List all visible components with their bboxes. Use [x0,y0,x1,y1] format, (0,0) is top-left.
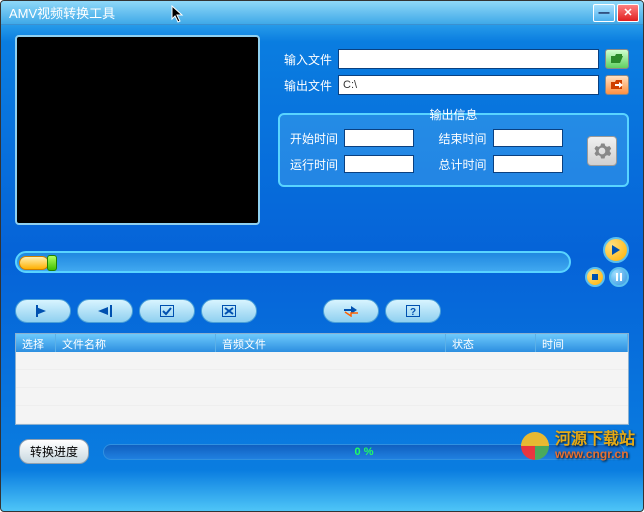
close-button[interactable]: ✕ [617,4,639,22]
seek-handle[interactable] [47,255,57,271]
end-time-field[interactable] [493,129,563,147]
svg-text:?: ? [410,307,416,317]
help-icon: ? [406,305,420,317]
folder-arrow-icon [610,79,624,91]
table-body[interactable] [16,352,628,425]
mark-start-button[interactable] [15,299,71,323]
mark-end-icon [97,305,113,317]
col-filename[interactable]: 文件名称 [56,334,216,352]
settings-button[interactable] [587,136,617,166]
check-button[interactable] [139,299,195,323]
x-box-icon [222,305,236,317]
start-time-field[interactable] [344,129,414,147]
video-preview [15,35,260,225]
convert-button[interactable] [323,299,379,323]
watermark: 河源下载站 www.cngr.cn [521,432,635,460]
total-time-label: 总计时间 [439,156,487,173]
table-header: 选择 文件名称 音频文件 状态 时间 [16,334,628,352]
seek-fill [19,256,49,270]
output-file-field[interactable] [338,75,599,95]
output-file-label: 输出文件 [278,77,332,94]
stop-button[interactable] [585,267,605,287]
app-window: AMV视频转换工具 — ✕ 输入文件 输出文件 [0,0,644,512]
seek-slider[interactable] [15,251,571,273]
convert-icon [343,305,359,317]
run-time-field[interactable] [344,155,414,173]
play-icon [611,245,621,255]
file-table: 选择 文件名称 音频文件 状态 时间 [15,333,629,425]
col-status[interactable]: 状态 [446,334,536,352]
end-time-label: 结束时间 [439,130,487,147]
window-title: AMV视频转换工具 [9,3,115,22]
watermark-text2: www.cngr.cn [555,448,635,460]
folder-open-icon [610,53,624,65]
total-time-field[interactable] [493,155,563,173]
col-time[interactable]: 时间 [536,334,628,352]
uncheck-button[interactable] [201,299,257,323]
run-time-label: 运行时间 [290,156,338,173]
col-select[interactable]: 选择 [16,334,56,352]
cursor-icon [171,5,187,25]
convert-progress-label: 转换进度 [19,439,89,464]
mark-end-button[interactable] [77,299,133,323]
start-time-label: 开始时间 [290,130,338,147]
help-button[interactable]: ? [385,299,441,323]
table-row [16,388,628,406]
pause-button[interactable] [609,267,629,287]
table-row [16,370,628,388]
watermark-text1: 河源下载站 [555,432,635,448]
input-file-label: 输入文件 [278,51,332,68]
browse-output-button[interactable] [605,75,629,95]
check-box-icon [160,305,174,317]
input-file-field[interactable] [338,49,599,69]
stop-icon [591,273,599,281]
minimize-button[interactable]: — [593,4,615,22]
gear-icon [592,141,612,161]
pause-icon [615,273,623,281]
table-row [16,406,628,424]
convert-percent: 0 % [355,446,374,458]
titlebar: AMV视频转换工具 — ✕ [1,1,643,25]
browse-input-button[interactable] [605,49,629,69]
mark-start-icon [35,305,51,317]
col-audiofile[interactable]: 音频文件 [216,334,446,352]
play-button[interactable] [603,237,629,263]
output-info-legend: 输出信息 [423,106,483,123]
watermark-logo-icon [521,432,549,460]
table-row [16,352,628,370]
output-info-panel: 输出信息 开始时间 结束时间 运行时间 总计时间 [278,113,629,187]
